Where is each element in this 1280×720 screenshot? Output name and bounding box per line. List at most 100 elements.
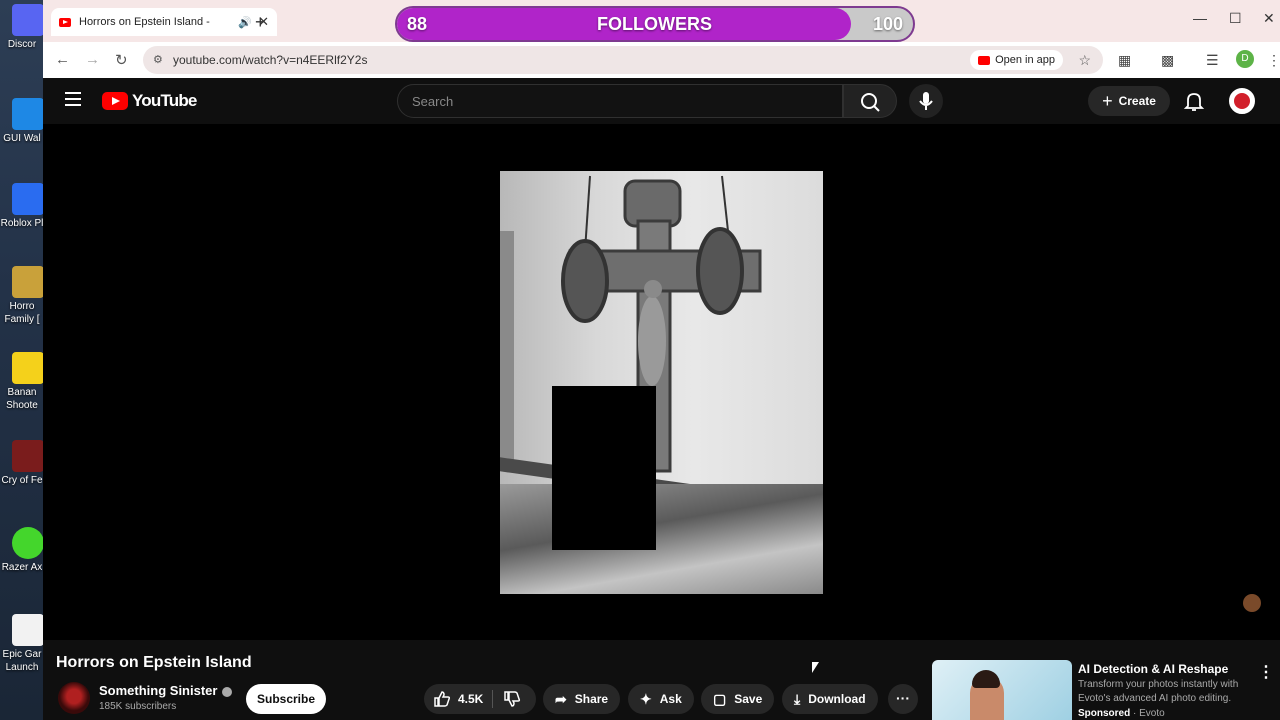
speaker-icon[interactable]: 🔊 — [238, 16, 252, 29]
share-label: Share — [574, 692, 609, 706]
sparkle-icon: ✦ — [640, 690, 652, 707]
followers-goal: 100 — [872, 14, 903, 34]
followers-goal-bar: 88 FOLLOWERS 100 — [395, 6, 915, 42]
youtube-app-icon — [978, 55, 991, 65]
video-frame — [500, 171, 823, 594]
open-in-app-button[interactable]: Open in app — [970, 50, 1063, 70]
youtube-header: YouTube Search + Create — [43, 78, 1280, 124]
desktop-icon-epic-games[interactable]: Epic Gar Launch — [0, 614, 44, 674]
extensions-icon[interactable]: ▦ — [1118, 52, 1131, 69]
like-button[interactable]: 4.5K — [432, 684, 483, 714]
mouse-cursor — [812, 662, 819, 673]
like-divider — [492, 690, 493, 708]
ad-advertiser: Evoto — [1139, 708, 1165, 719]
desktop-icon-cry-of-fear[interactable]: Cry of Fe — [0, 440, 44, 487]
ad-description: Transform your photos instantly with Evo… — [1078, 679, 1239, 704]
game-icon — [12, 352, 44, 384]
desktop-icon-discord[interactable]: Discor — [0, 4, 44, 51]
save-button[interactable]: ▢ Save — [701, 684, 775, 714]
hamburger-menu-icon[interactable] — [65, 92, 81, 106]
account-avatar[interactable] — [1229, 88, 1255, 114]
subscribe-button[interactable]: Subscribe — [246, 684, 326, 714]
file-icon — [12, 614, 44, 646]
download-icon: ⤓ — [794, 690, 801, 707]
open-in-app-label: Open in app — [995, 54, 1055, 66]
ask-button[interactable]: ✦ Ask — [628, 684, 694, 714]
desktop-icon-gui-wal[interactable]: GUI Wal — [0, 98, 44, 145]
voice-search-button[interactable] — [909, 84, 943, 118]
tab-active[interactable]: Horrors on Epstein Island - 🔊 ✕ — [51, 8, 277, 36]
search-button[interactable] — [843, 84, 897, 118]
youtube-logo-text: YouTube — [132, 91, 197, 110]
desktop-icon-label: Cry of Fe — [1, 475, 43, 486]
ad-thumbnail-hair — [972, 670, 1000, 688]
share-icon: ➦ — [555, 690, 567, 707]
desktop-icon-label: Roblox Pl — [0, 218, 44, 229]
ask-label: Ask — [659, 692, 682, 706]
desktop-icon-label-line2: Family [ — [4, 314, 40, 325]
channel-name: Something Sinister — [99, 683, 218, 698]
create-button[interactable]: + Create — [1088, 86, 1170, 116]
desktop-icon-horror-family[interactable]: Horro Family [ — [0, 266, 44, 326]
bookmark-star-icon[interactable]: ☆ — [1078, 52, 1091, 69]
cast-icon[interactable]: ▩ — [1161, 52, 1174, 69]
channel-name-row[interactable]: Something Sinister — [99, 683, 233, 698]
browser-window: Horrors on Epstein Island - 🔊 ✕ + — ☐ ✕ … — [43, 0, 1280, 720]
microphone-icon — [919, 92, 933, 110]
minimize-icon[interactable]: — — [1193, 10, 1207, 26]
browser-profile-avatar[interactable]: D — [1236, 50, 1254, 68]
sponsored-ad[interactable]: AI Detection & AI Reshape Transform your… — [932, 660, 1280, 720]
ad-thumbnail[interactable] — [932, 660, 1072, 720]
video-title: Horrors on Epstein Island — [56, 654, 252, 671]
discord-icon — [12, 4, 44, 36]
url-field[interactable]: ⚙ youtube.com/watch?v=n4EERlf2Y2s Open i… — [143, 46, 1103, 74]
game-icon — [12, 440, 44, 472]
desktop-icon-label-line2: Launch — [5, 662, 39, 673]
notifications-button[interactable] — [1183, 90, 1205, 117]
subscriber-count: 185K subscribers — [99, 701, 177, 712]
game-icon — [12, 266, 44, 298]
channel-avatar[interactable] — [58, 682, 90, 714]
media-controls-icon[interactable]: ☰ — [1206, 52, 1219, 69]
browser-menu-icon[interactable]: ⋮ — [1267, 52, 1280, 69]
desktop-icon-label: GUI Wal — [3, 133, 41, 144]
bookmark-icon: ▢ — [713, 690, 727, 707]
desktop-icon-label: Banan — [7, 387, 37, 398]
search-icon — [861, 93, 880, 112]
create-label: Create — [1118, 94, 1156, 108]
share-button[interactable]: ➦ Share — [543, 684, 621, 714]
desktop-icon-razer[interactable]: Razer Ax — [0, 527, 44, 574]
back-icon[interactable]: ← — [55, 51, 70, 68]
desktop-icon-label: Discor — [7, 39, 37, 50]
followers-label: FOLLOWERS — [597, 14, 712, 34]
youtube-logo[interactable]: YouTube — [102, 91, 197, 111]
address-bar: ← → ↻ ⚙ youtube.com/watch?v=n4EERlf2Y2s … — [43, 42, 1280, 78]
desktop-icon-roblox[interactable]: Roblox Pl — [0, 183, 44, 230]
thumbs-down-icon — [504, 691, 521, 707]
roblox-icon — [12, 183, 44, 215]
video-player[interactable] — [43, 124, 1280, 640]
reload-icon[interactable]: ↻ — [115, 51, 128, 69]
desktop-icons-strip: Discor GUI Wal Roblox Pl Horro Family [ … — [0, 0, 44, 720]
like-count: 4.5K — [458, 692, 484, 706]
youtube-favicon-icon — [59, 17, 71, 27]
site-info-icon[interactable]: ⚙ — [153, 53, 163, 66]
desktop-icon-label: Horro — [9, 301, 35, 312]
tab-title: Horrors on Epstein Island - — [79, 16, 210, 28]
forward-icon[interactable]: → — [85, 51, 100, 68]
more-actions-icon[interactable]: ··· — [888, 684, 918, 714]
search-input[interactable]: Search — [397, 84, 843, 118]
censor-box — [552, 386, 656, 550]
download-button[interactable]: ⤓ Download — [782, 684, 878, 714]
bell-icon — [1183, 93, 1205, 111]
thumbs-up-icon — [434, 691, 451, 707]
save-label: Save — [734, 692, 763, 706]
ad-menu-icon[interactable]: ⋮ — [1258, 662, 1274, 682]
razer-icon — [12, 527, 44, 559]
new-tab-icon[interactable]: + — [255, 12, 266, 33]
desktop-icon-banana-shooter[interactable]: Banan Shoote — [0, 352, 44, 412]
close-window-icon[interactable]: ✕ — [1263, 10, 1275, 27]
maximize-icon[interactable]: ☐ — [1229, 10, 1242, 27]
channel-watermark-icon[interactable] — [1243, 594, 1261, 612]
dislike-button[interactable] — [502, 689, 522, 714]
